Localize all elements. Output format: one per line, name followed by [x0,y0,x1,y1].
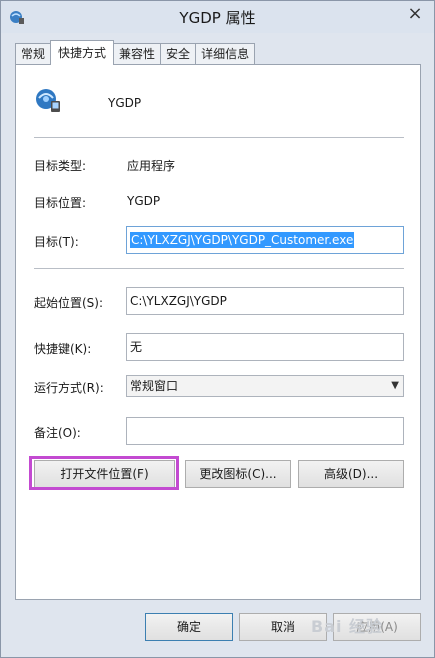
tab-details[interactable]: 详细信息 [195,43,256,65]
window-title: YGDP 属性 [179,9,256,27]
tab-general[interactable]: 常规 [15,43,52,65]
comment-label: 备注(O): [34,426,81,440]
target-value: C:\YLXZGJ\YGDP\YGDP_Customer.exe [130,232,355,248]
start-in-label: 起始位置(S): [34,296,104,310]
run-select[interactable]: 常规窗口 ▼ [126,375,404,397]
target-type-value: 应用程序 [127,159,176,173]
hotkey-label: 快捷键(K): [34,342,92,356]
advanced-button[interactable]: 高级(D)... [298,460,404,488]
chevron-down-icon: ▼ [391,380,399,391]
tab-strip: 常规 快捷方式 兼容性 安全 详细信息 [15,40,256,65]
title-bar: YGDP 属性 × [1,1,434,33]
shortcut-panel: YGDP 目标类型: 应用程序 目标位置: YGDP 目标(T): C:\YLX… [15,64,421,600]
tab-shortcut[interactable]: 快捷方式 [50,40,115,65]
watermark: Bai 经验 [311,617,384,636]
run-label: 运行方式(R): [34,381,104,395]
target-field[interactable]: C:\YLXZGJ\YGDP\YGDP_Customer.exe [126,226,404,254]
separator [34,268,404,269]
ok-button[interactable]: 确定 [145,613,233,641]
hotkey-field[interactable]: 无 [126,333,404,361]
app-large-icon [36,89,60,112]
separator [34,137,404,138]
properties-dialog: YGDP 属性 × 常规 快捷方式 兼容性 安全 详细信息 YGDP 目标类型:… [0,0,435,658]
open-file-location-button[interactable]: 打开文件位置(F) [34,460,175,488]
target-location-label: 目标位置: [34,196,87,210]
run-select-value: 常规窗口 [130,379,179,393]
close-icon[interactable]: × [404,3,426,25]
tab-security[interactable]: 安全 [160,43,197,65]
target-type-label: 目标类型: [34,159,87,173]
target-location-value: YGDP [127,194,161,208]
target-label: 目标(T): [34,235,79,249]
comment-field[interactable] [126,417,404,445]
app-name: YGDP [108,96,142,110]
change-icon-button[interactable]: 更改图标(C)... [185,460,291,488]
tab-compatibility[interactable]: 兼容性 [113,43,162,65]
start-in-field[interactable]: C:\YLXZGJ\YGDP [126,287,404,315]
